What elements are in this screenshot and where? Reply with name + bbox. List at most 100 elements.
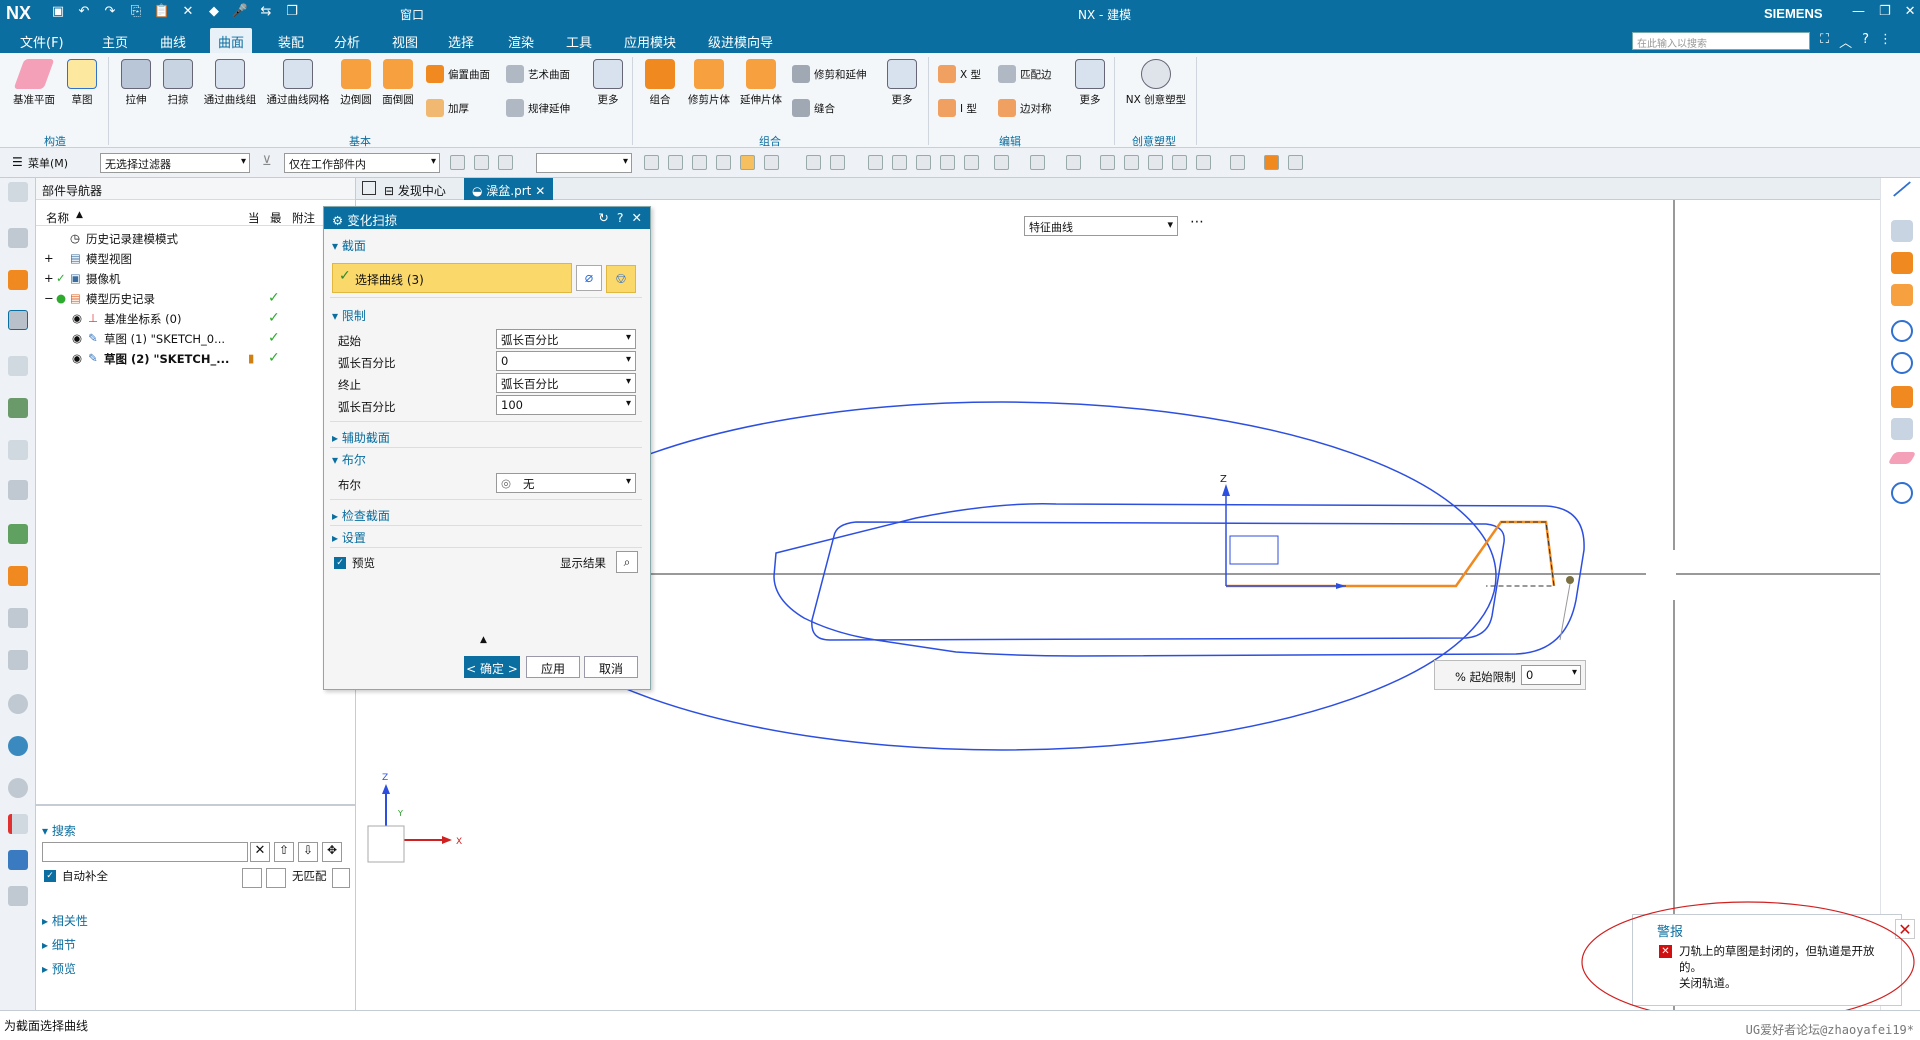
dependencies-section-toggle[interactable]: ▸ 相关性 xyxy=(42,912,88,929)
settings-toggle[interactable]: ▸ 设置 xyxy=(332,529,366,546)
match-edge-button[interactable]: 匹配边 xyxy=(998,65,1052,83)
tree-row[interactable]: ◉ ✎ 草图 (2) "SKETCH_... ▮ ✓ xyxy=(36,348,356,368)
visibility-icon[interactable]: ◉ xyxy=(72,311,82,325)
tree-row[interactable]: − ● ▤ 模型历史记录 ✓ xyxy=(36,288,356,308)
view-icon[interactable] xyxy=(868,155,883,170)
locate-icon[interactable] xyxy=(332,868,350,888)
reuse-library-icon[interactable] xyxy=(8,356,28,376)
snap-point-icon[interactable] xyxy=(668,155,683,170)
i-form-button[interactable]: I 型 xyxy=(938,99,977,117)
check-section-toggle[interactable]: ▸ 检查截面 xyxy=(332,507,390,524)
wildcard-icon[interactable] xyxy=(266,868,286,888)
paste-icon[interactable]: 📋 xyxy=(152,4,172,19)
render-style-icon[interactable] xyxy=(1172,155,1187,170)
extrude-button[interactable]: 拉伸 xyxy=(116,59,156,107)
cancel-button[interactable]: 取消 xyxy=(584,656,638,678)
preview-checkbox[interactable]: ✓ xyxy=(334,557,346,569)
apply-button[interactable]: 应用 xyxy=(526,656,580,678)
column-current[interactable]: 当 xyxy=(248,210,260,226)
search-options-icon[interactable]: ✥ xyxy=(322,842,342,862)
block-icon[interactable] xyxy=(1891,220,1913,242)
command-search-input[interactable]: 在此输入以搜索 xyxy=(1632,32,1810,50)
expand-icon[interactable]: + xyxy=(44,271,54,285)
type-filter-dropdown[interactable]: 无选择过滤器 xyxy=(100,153,250,173)
visibility-icon[interactable]: ◉ xyxy=(72,331,82,345)
show-result-icon[interactable]: ⌕ xyxy=(616,551,638,573)
sketch-button[interactable]: 草图 xyxy=(62,59,102,107)
window-menu[interactable]: 窗口 xyxy=(400,6,424,23)
curve-icon[interactable] xyxy=(1891,320,1913,342)
section-group-toggle[interactable]: ▾ 截面 xyxy=(332,237,366,254)
details-section-toggle[interactable]: ▸ 细节 xyxy=(42,936,76,953)
menu-progressive-die[interactable]: 级进模向导 xyxy=(708,32,773,51)
law-extension-button[interactable]: 规律延伸 xyxy=(506,99,570,117)
ok-button[interactable]: < 确定 > xyxy=(464,656,520,678)
view-icon[interactable] xyxy=(940,155,955,170)
select-curve-field[interactable]: 选择曲线 (3) xyxy=(332,263,572,293)
more-options-icon[interactable]: ⋮ xyxy=(1879,32,1892,51)
box-icon[interactable] xyxy=(1891,386,1913,408)
close-button[interactable]: ✕ xyxy=(1905,4,1916,19)
tab-discovery[interactable]: ⊟ 发现中心 xyxy=(370,178,454,200)
constraint-navigator-icon[interactable] xyxy=(8,270,28,290)
tools-icon[interactable] xyxy=(8,886,28,906)
menu-assembly[interactable]: 装配 xyxy=(278,32,304,51)
help-icon[interactable]: ? xyxy=(1862,32,1869,51)
tree-row[interactable]: + ✓ ▣ 摄像机 xyxy=(36,268,356,288)
web-icon[interactable] xyxy=(8,736,28,756)
edge-blend-button[interactable]: 边倒圆 xyxy=(336,59,376,107)
menu-curve[interactable]: 曲线 xyxy=(160,32,186,51)
end-percent-field[interactable]: 100 xyxy=(496,395,636,415)
trim-sheet-button[interactable]: 修剪片体 xyxy=(684,59,734,107)
analysis-icon[interactable] xyxy=(8,814,28,834)
undo-icon[interactable]: ↶ xyxy=(74,4,94,19)
preview-section-toggle[interactable]: ▸ 预览 xyxy=(42,960,76,977)
search-section-toggle[interactable]: ▾ 搜索 xyxy=(42,822,76,839)
edit-object-display-icon[interactable] xyxy=(1264,155,1279,170)
trim-extend-button[interactable]: 修剪和延伸 xyxy=(792,65,867,83)
column-name[interactable]: 名称 xyxy=(46,210,69,226)
render-style-icon[interactable] xyxy=(1196,155,1211,170)
curve-rule-dropdown[interactable] xyxy=(536,153,632,173)
reset-icon[interactable]: ↻ xyxy=(598,210,608,225)
render-style-icon[interactable] xyxy=(1124,155,1139,170)
snap-point-icon[interactable] xyxy=(740,155,755,170)
dialog-gear-icon[interactable]: ⚙ xyxy=(332,213,347,228)
start-type-dropdown[interactable]: 弧长百分比 xyxy=(496,329,636,349)
view-icon[interactable] xyxy=(994,155,1009,170)
realize-shape-button[interactable]: NX 创意塑型 xyxy=(1120,59,1192,107)
extend-sheet-button[interactable]: 延伸片体 xyxy=(736,59,786,107)
process-studio-icon[interactable] xyxy=(8,524,28,544)
render-style-icon[interactable] xyxy=(1100,155,1115,170)
offset-surface-button[interactable]: 偏置曲面 xyxy=(426,65,490,83)
aux-section-toggle[interactable]: ▸ 辅助截面 xyxy=(332,429,390,446)
view-icon[interactable] xyxy=(892,155,907,170)
more-combine-button[interactable]: 更多 xyxy=(884,59,920,107)
tree-row[interactable]: ◉ ✎ 草图 (1) "SKETCH_0... ✓ xyxy=(36,328,356,348)
part-navigator-icon[interactable] xyxy=(8,310,28,330)
collapse-up-icon[interactable]: ▲ xyxy=(480,635,487,645)
boolean-group-toggle[interactable]: ▾ 布尔 xyxy=(332,451,366,468)
system-scene-icon[interactable] xyxy=(8,650,28,670)
redo-icon[interactable]: ↷ xyxy=(100,4,120,19)
collapse-ribbon-icon[interactable]: ︿ xyxy=(1839,32,1852,51)
expand-icon[interactable]: + xyxy=(44,251,54,265)
layers-icon[interactable] xyxy=(1891,418,1913,440)
sweep-button[interactable]: 扫掠 xyxy=(158,59,198,107)
menu-view[interactable]: 视图 xyxy=(392,32,418,51)
menu-applications[interactable]: 应用模块 xyxy=(624,32,676,51)
tree-row[interactable]: + ▤ 模型视图 xyxy=(36,248,356,268)
end-type-dropdown[interactable]: 弧长百分比 xyxy=(496,373,636,393)
snap-point-icon[interactable] xyxy=(692,155,707,170)
render-style-icon[interactable] xyxy=(1230,155,1245,170)
menu-icon[interactable]: ☰ xyxy=(12,155,23,169)
delete-icon[interactable]: ✕ xyxy=(178,4,198,19)
assembly-navigator-icon[interactable] xyxy=(8,228,28,248)
start-percent-field[interactable]: 0 xyxy=(496,351,636,371)
palette-icon[interactable] xyxy=(8,850,28,870)
view-icon[interactable] xyxy=(1030,155,1045,170)
web-browser-icon[interactable] xyxy=(8,440,28,460)
menu-surface[interactable]: 曲面 xyxy=(210,28,253,53)
datum-plane-button[interactable]: 基准平面 xyxy=(10,59,58,107)
clock-icon[interactable] xyxy=(8,778,28,798)
